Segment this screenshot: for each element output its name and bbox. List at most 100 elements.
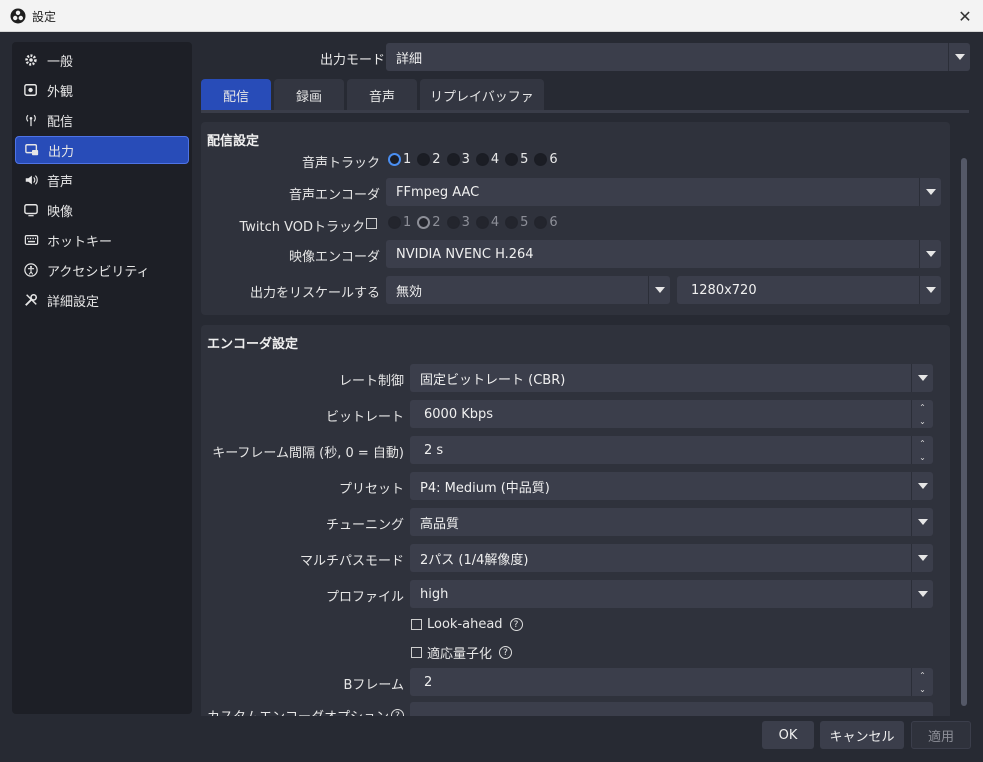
keyframe-value: 2 s: [424, 442, 444, 458]
twitch-vod-checkbox[interactable]: [366, 218, 377, 229]
help-icon[interactable]: ?: [499, 646, 513, 659]
rate-control-select[interactable]: 固定ビットレート (CBR): [410, 364, 933, 392]
sidebar-item-general[interactable]: 一般: [15, 46, 189, 74]
rescale-resolution-value: 1280x720: [691, 282, 757, 298]
keyframe-label: キーフレーム間隔 (秒, 0 = 自動): [212, 446, 404, 461]
audio-track-radio-6[interactable]: 6: [534, 152, 558, 167]
lookahead-checkbox[interactable]: [411, 619, 422, 630]
chevron-up-icon[interactable]: ⌃: [912, 400, 933, 414]
twitch-vod-radio-4[interactable]: 4: [475, 215, 499, 230]
sidebar-item-advanced[interactable]: 詳細設定: [15, 286, 189, 314]
rescale-label: 出力をリスケールする: [249, 286, 380, 301]
chevron-down-icon: [911, 472, 933, 500]
rescale-resolution-select[interactable]: 1280x720: [677, 276, 941, 304]
sidebar-item-hotkeys[interactable]: ホットキー: [15, 226, 189, 254]
speaker-icon: [23, 172, 39, 188]
twitch-vod-radio-2[interactable]: 2: [417, 215, 441, 230]
audio-encoder-label: 音声エンコーダ: [288, 188, 380, 203]
twitch-vod-label: Twitch VODトラック: [239, 220, 365, 235]
group-title: エンコーダ設定: [207, 337, 299, 352]
sidebar-item-label: 配信: [47, 114, 74, 130]
lookahead-checkbox-row[interactable]: Look-ahead ?: [411, 617, 523, 632]
chevron-down-icon: [948, 43, 970, 71]
preset-select[interactable]: P4: Medium (中品質): [410, 472, 933, 500]
chevron-down-icon[interactable]: ⌄: [912, 682, 933, 696]
sidebar-item-label: ホットキー: [47, 234, 113, 250]
stream-settings-group: 配信設定 音声トラック 1 2 3 4 5 6 音声エンコーダ FFmpeg A…: [201, 122, 950, 315]
multipass-label: マルチパスモード: [299, 554, 404, 569]
settings-panel: 配信設定 音声トラック 1 2 3 4 5 6 音声エンコーダ FFmpeg A…: [201, 122, 950, 716]
bframes-value: 2: [424, 674, 433, 690]
audio-track-radio-group: 1 2 3 4 5 6: [388, 152, 558, 167]
multipass-value: 2パス (1/4解像度): [420, 552, 529, 568]
tab-recording[interactable]: 録画: [274, 79, 344, 111]
broadcast-icon: [23, 112, 39, 128]
multipass-select[interactable]: 2パス (1/4解像度): [410, 544, 933, 572]
bitrate-spinbox[interactable]: 6000 Kbps ⌃ ⌄: [410, 400, 933, 428]
adaptive-quant-checkbox[interactable]: [411, 647, 422, 658]
sidebar-item-accessibility[interactable]: アクセシビリティ: [15, 256, 189, 284]
rate-control-label: レート制御: [338, 374, 404, 389]
twitch-vod-radio-group: 1 2 3 4 5 6: [388, 215, 558, 230]
output-mode-label: 出力モード: [320, 53, 386, 68]
window-title: 設定: [32, 10, 57, 24]
chevron-down-icon: [911, 508, 933, 536]
tuning-value: 高品質: [420, 516, 460, 532]
scrollbar-thumb[interactable]: [961, 158, 967, 706]
sidebar-item-label: アクセシビリティ: [47, 264, 150, 280]
custom-options-label: カスタムエンコーダオプション: [207, 706, 389, 716]
adaptive-quant-checkbox-row[interactable]: 適応量子化 ?: [411, 643, 513, 662]
audio-encoder-select[interactable]: FFmpeg AAC: [386, 178, 941, 206]
rate-control-value: 固定ビットレート (CBR): [420, 372, 566, 388]
sidebar-item-output[interactable]: 出力: [15, 136, 189, 164]
audio-track-radio-2[interactable]: 2: [417, 152, 441, 167]
twitch-vod-radio-3[interactable]: 3: [446, 215, 470, 230]
audio-track-radio-1[interactable]: 1: [388, 152, 411, 167]
rescale-select[interactable]: 無効: [386, 276, 670, 304]
bframes-spinbox[interactable]: 2 ⌃ ⌄: [410, 668, 933, 696]
video-encoder-select[interactable]: NVIDIA NVENC H.264: [386, 240, 941, 268]
audio-track-radio-4[interactable]: 4: [475, 152, 499, 167]
audio-encoder-value: FFmpeg AAC: [396, 184, 480, 200]
profile-select[interactable]: high: [410, 580, 933, 608]
tab-replay-buffer[interactable]: リプレイバッファ: [420, 79, 544, 111]
chevron-up-icon[interactable]: ⌃: [912, 436, 933, 450]
audio-track-radio-5[interactable]: 5: [505, 152, 528, 167]
rescale-value: 無効: [396, 284, 423, 300]
close-icon[interactable]: ✕: [953, 4, 977, 28]
sidebar-item-appearance[interactable]: 外観: [15, 76, 189, 104]
bframes-label: Bフレーム: [343, 678, 404, 693]
sidebar-item-label: 一般: [47, 54, 74, 70]
twitch-vod-radio-5[interactable]: 5: [505, 215, 528, 230]
sidebar-item-video[interactable]: 映像: [15, 196, 189, 224]
audio-track-label: 音声トラック: [301, 156, 380, 171]
chevron-up-icon[interactable]: ⌃: [912, 668, 933, 682]
chevron-down-icon[interactable]: ⌄: [912, 450, 933, 464]
twitch-vod-radio-6[interactable]: 6: [534, 215, 558, 230]
custom-options-label-row: カスタムエンコーダオプション ?: [201, 706, 404, 716]
help-icon[interactable]: ?: [509, 618, 523, 631]
ok-button[interactable]: OK: [762, 721, 814, 749]
audio-track-radio-3[interactable]: 3: [446, 152, 470, 167]
sidebar-item-label: 出力: [48, 144, 75, 160]
keyframe-spinbox[interactable]: 2 s ⌃ ⌄: [410, 436, 933, 464]
twitch-vod-radio-1[interactable]: 1: [388, 215, 411, 230]
video-encoder-value: NVIDIA NVENC H.264: [396, 246, 534, 262]
apply-button[interactable]: 適用: [911, 721, 971, 749]
panel-scrollbar[interactable]: [960, 156, 968, 736]
encoder-settings-group: エンコーダ設定 レート制御 固定ビットレート (CBR) ビットレート 6000…: [201, 325, 950, 716]
tab-stream[interactable]: 配信: [201, 79, 271, 111]
custom-options-input[interactable]: [410, 702, 933, 716]
chevron-down-icon: [919, 276, 941, 304]
tab-underline: [201, 110, 969, 113]
sidebar-item-label: 詳細設定: [47, 294, 100, 310]
keyboard-icon: [23, 232, 39, 248]
chevron-down-icon[interactable]: ⌄: [912, 414, 933, 428]
tab-audio[interactable]: 音声: [347, 79, 417, 111]
sidebar-item-audio[interactable]: 音声: [15, 166, 189, 194]
help-icon[interactable]: ?: [391, 709, 404, 716]
tuning-select[interactable]: 高品質: [410, 508, 933, 536]
output-mode-select[interactable]: 詳細: [386, 43, 970, 71]
cancel-button[interactable]: キャンセル: [820, 721, 904, 749]
sidebar-item-stream[interactable]: 配信: [15, 106, 189, 134]
